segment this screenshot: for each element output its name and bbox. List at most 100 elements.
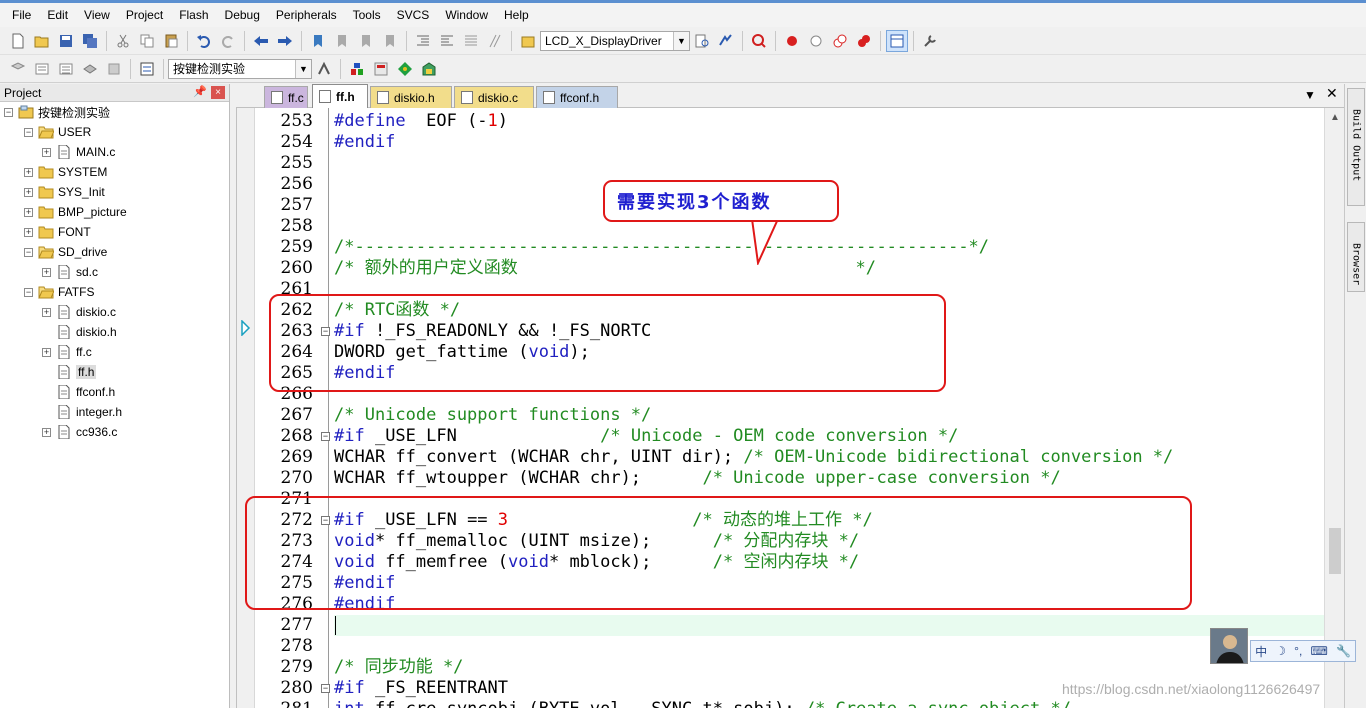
chevron-down-icon[interactable]: ▼ — [673, 31, 689, 50]
expand-icon[interactable]: + — [42, 427, 51, 437]
expand-icon[interactable]: + — [24, 167, 33, 177]
uncomment-icon[interactable] — [484, 30, 506, 52]
cut-icon[interactable] — [112, 30, 134, 52]
code-line[interactable]: #endif — [334, 132, 395, 153]
insert-breakpoint-icon[interactable] — [781, 30, 803, 52]
unindent-icon[interactable] — [436, 30, 458, 52]
code-line[interactable]: WCHAR ff_wtoupper (WCHAR chr); /* Unicod… — [334, 468, 1061, 489]
redo-icon[interactable] — [217, 30, 239, 52]
avatar[interactable] — [1210, 628, 1248, 664]
expand-icon[interactable]: + — [42, 347, 51, 357]
tree-folder[interactable]: − FATFS — [24, 282, 94, 302]
enable-breakpoint-icon[interactable] — [805, 30, 827, 52]
code-line[interactable]: WCHAR ff_convert (WCHAR chr, UINT dir); … — [334, 447, 1173, 468]
tree-folder[interactable]: + SYSTEM — [24, 162, 107, 182]
debug-session-icon[interactable] — [748, 30, 770, 52]
target-options-icon[interactable] — [313, 58, 335, 80]
tree-folder[interactable]: − USER — [24, 122, 91, 142]
open-folder-icon[interactable] — [31, 30, 53, 52]
browser-tab[interactable]: Browser — [1347, 222, 1365, 292]
download-icon[interactable] — [136, 58, 158, 80]
code-line[interactable]: #define EOF (-1) — [334, 111, 508, 132]
collapse-icon[interactable]: − — [24, 247, 33, 257]
navigate-forward-icon[interactable] — [274, 30, 296, 52]
clear-bookmarks-icon[interactable] — [379, 30, 401, 52]
tree-file[interactable]: diskio.h — [42, 322, 117, 342]
expand-icon[interactable]: + — [24, 207, 33, 217]
scrollbar-thumb[interactable] — [1329, 528, 1341, 574]
navigate-back-icon[interactable] — [250, 30, 272, 52]
menu-svcs[interactable]: SVCS — [389, 5, 438, 25]
indent-icon[interactable] — [412, 30, 434, 52]
build-icon[interactable] — [31, 58, 53, 80]
stop-build-icon[interactable] — [103, 58, 125, 80]
vertical-scrollbar[interactable]: ▲ — [1324, 108, 1344, 708]
tree-file[interactable]: ff.h — [42, 362, 97, 382]
tab-ff-h[interactable]: ff.h — [312, 84, 368, 108]
tree-file[interactable]: ffconf.h — [42, 382, 115, 402]
code-line[interactable]: int ff_cre_syncobj (BYTE vol, _SYNC_t* s… — [334, 699, 1071, 708]
tab-diskio-c[interactable]: diskio.c — [454, 86, 534, 108]
manage-project-items-icon[interactable] — [346, 58, 368, 80]
target-select[interactable]: LCD_X_DisplayDriver ▼ — [540, 30, 690, 51]
tree-root[interactable]: − 按键检测实验 — [4, 102, 110, 122]
close-icon[interactable]: × — [211, 86, 225, 99]
batch-build-icon[interactable] — [79, 58, 101, 80]
wrench-icon[interactable]: 🔧 — [1336, 644, 1351, 658]
ime-bar[interactable]: 中 ☽ °, ⌨ 🔧 — [1250, 640, 1356, 662]
project-target-select[interactable]: 按键检测实验 ▼ — [168, 58, 312, 79]
menu-help[interactable]: Help — [496, 5, 537, 25]
code-line[interactable]: #if _USE_LFN /* Unicode - OEM code conve… — [334, 426, 958, 447]
translate-icon[interactable] — [7, 58, 29, 80]
chevron-down-icon[interactable]: ▼ — [295, 59, 311, 78]
new-file-icon[interactable] — [7, 30, 29, 52]
scroll-up-icon[interactable]: ▲ — [1330, 112, 1340, 123]
tree-file[interactable]: integer.h — [42, 402, 122, 422]
find-in-files-icon[interactable] — [517, 30, 539, 52]
menu-flash[interactable]: Flash — [171, 5, 216, 25]
keyboard-icon[interactable]: ⌨ — [1310, 644, 1327, 658]
incremental-find-icon[interactable] — [715, 30, 737, 52]
window-layout-icon[interactable] — [886, 29, 908, 52]
bookmark-icon[interactable] — [307, 30, 329, 52]
undo-icon[interactable] — [193, 30, 215, 52]
save-all-icon[interactable] — [79, 30, 101, 52]
comment-icon[interactable] — [460, 30, 482, 52]
fold-collapse-icon[interactable]: − — [321, 432, 330, 441]
prev-bookmark-icon[interactable] — [331, 30, 353, 52]
tab-ff-c[interactable]: ff.c — [264, 86, 308, 108]
pack-installer-icon[interactable] — [418, 58, 440, 80]
expand-icon[interactable]: + — [24, 187, 33, 197]
menu-edit[interactable]: Edit — [39, 5, 76, 25]
code-line[interactable]: /*--------------------------------------… — [334, 237, 989, 258]
ime-mode-label[interactable]: 中 — [1255, 643, 1267, 660]
expand-icon[interactable]: + — [42, 147, 51, 157]
breakpoint-gutter[interactable] — [237, 108, 255, 708]
expand-icon[interactable]: + — [42, 307, 51, 317]
pin-icon[interactable]: 📌 — [193, 85, 207, 98]
expand-icon[interactable]: + — [24, 227, 33, 237]
moon-icon[interactable]: ☽ — [1275, 644, 1286, 658]
fold-collapse-icon[interactable]: − — [321, 684, 330, 693]
tree-folder[interactable]: − SD_drive — [24, 242, 107, 262]
code-line[interactable]: /* 同步功能 */ — [334, 657, 463, 678]
menu-debug[interactable]: Debug — [217, 5, 268, 25]
next-bookmark-icon[interactable] — [355, 30, 377, 52]
build-output-tab[interactable]: Build Output — [1347, 88, 1365, 206]
menu-project[interactable]: Project — [118, 5, 171, 25]
punctuation-icon[interactable]: °, — [1294, 644, 1302, 658]
find-icon[interactable] — [691, 30, 713, 52]
tab-list-icon[interactable]: ▼ — [1304, 88, 1316, 102]
tree-file[interactable]: + ff.c — [42, 342, 92, 362]
tree-file[interactable]: + diskio.c — [42, 302, 116, 322]
save-icon[interactable] — [55, 30, 77, 52]
select-packs-icon[interactable] — [370, 58, 392, 80]
tab-ffconf-h[interactable]: ffconf.h — [536, 86, 618, 108]
copy-icon[interactable] — [136, 30, 158, 52]
collapse-icon[interactable]: − — [4, 107, 13, 117]
rebuild-icon[interactable] — [55, 58, 77, 80]
collapse-icon[interactable]: − — [24, 287, 33, 297]
kill-all-breakpoints-icon[interactable] — [853, 30, 875, 52]
tab-diskio-h[interactable]: diskio.h — [370, 86, 452, 108]
menu-file[interactable]: File — [4, 5, 39, 25]
